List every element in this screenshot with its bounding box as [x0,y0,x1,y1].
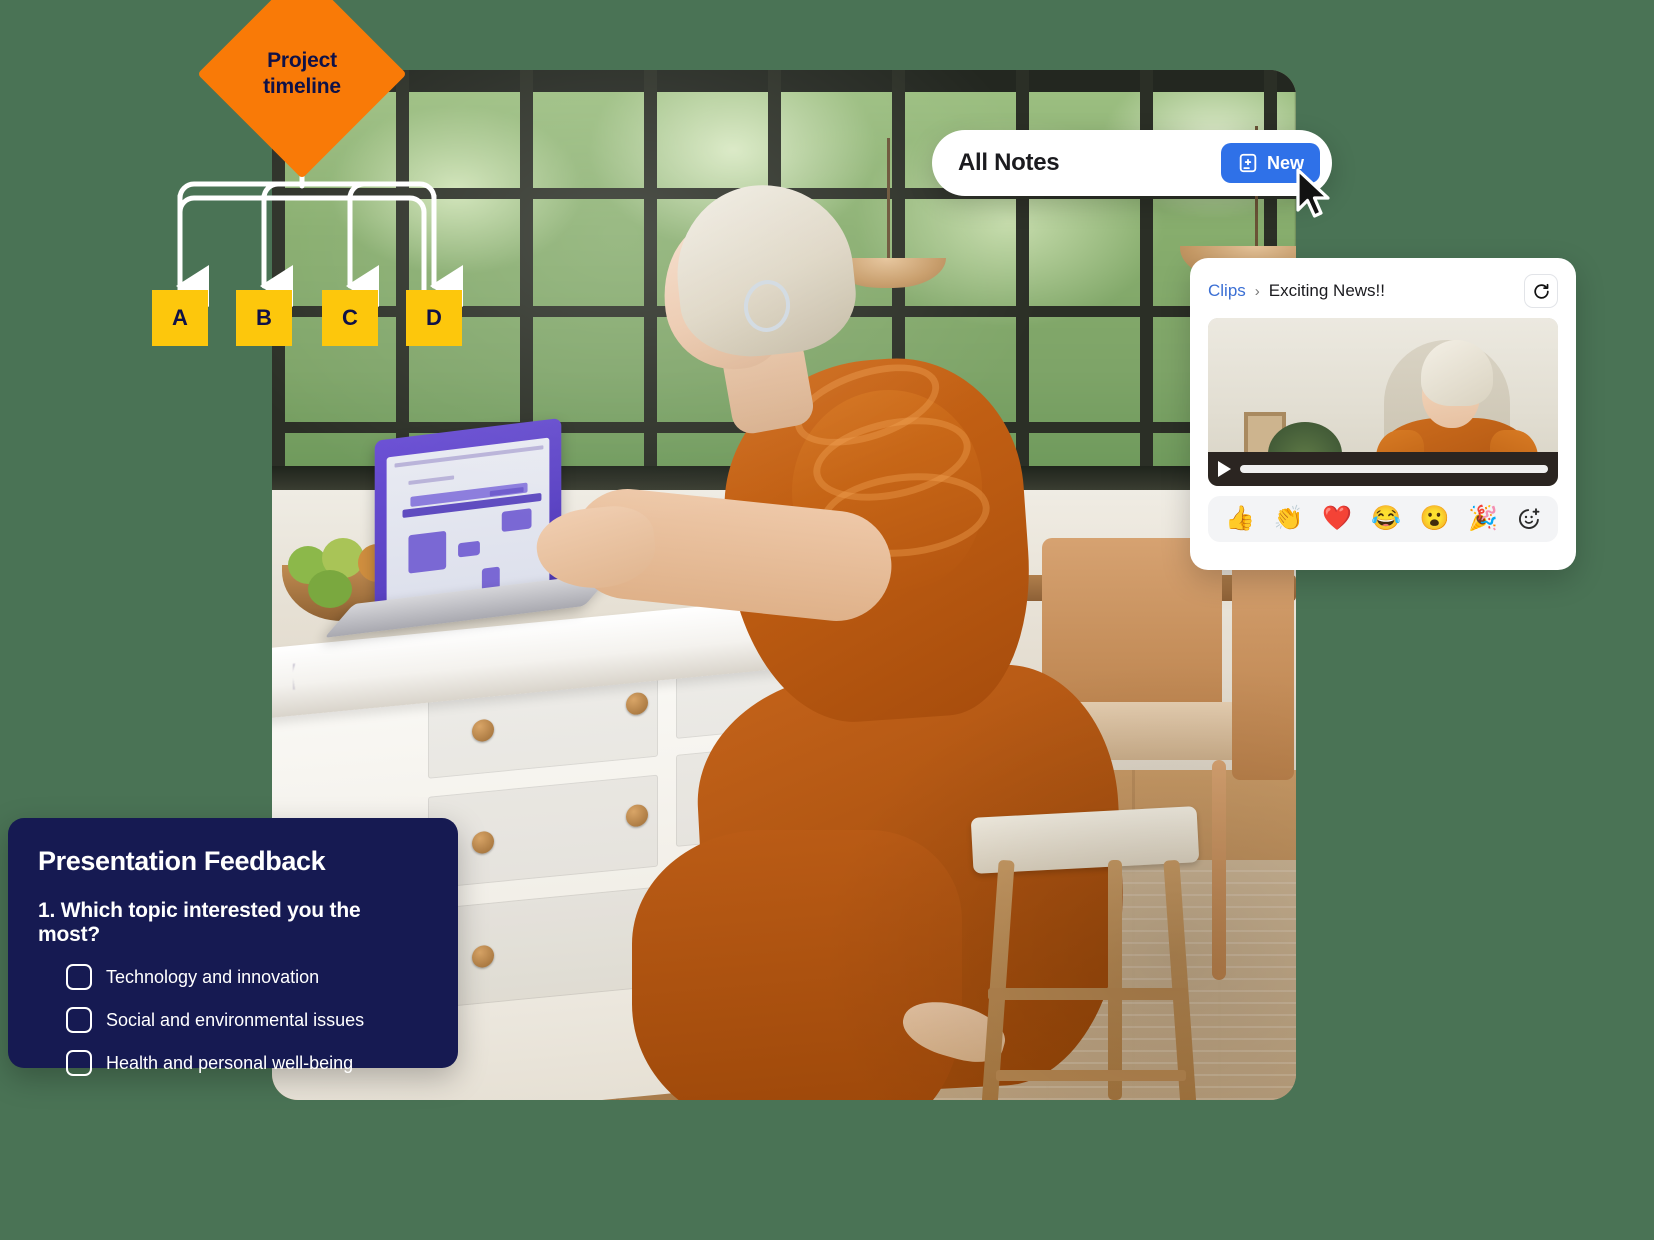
feedback-question: 1. Which topic interested you the most? [38,899,428,947]
stool-rail [988,988,1188,1000]
clip-video-player[interactable] [1208,318,1558,486]
feedback-option-2[interactable]: Social and environmental issues [66,1007,428,1033]
add-reaction-icon[interactable] [1517,507,1541,531]
checkbox-social-and-environmental-issues[interactable] [66,1007,92,1033]
video-progress-track[interactable] [1240,465,1548,473]
all-notes-title: All Notes [958,149,1060,176]
heart-emoji[interactable]: ❤️ [1322,507,1352,531]
chair-leg [1212,760,1226,980]
breadcrumb-separator-icon: › [1254,282,1260,300]
party-popper-emoji[interactable]: 🎉 [1468,507,1498,531]
feedback-question-number: 1. [38,899,56,922]
feedback-option-3[interactable]: Health and personal well-being [66,1050,428,1076]
flowchart-node-a[interactable]: A [152,290,208,346]
dining-chair [1232,540,1294,780]
checkbox-health-and-personal-well-being[interactable] [66,1050,92,1076]
project-timeline-flowchart: Project timeline A B C D [140,0,520,360]
reaction-bar: 👍 👏 ❤️ 😂 😮 🎉 [1208,496,1558,542]
all-notes-bar: All Notes New [932,130,1332,196]
flowchart-root-label: Project timeline [263,49,341,98]
mouse-pointer-icon [1296,168,1330,218]
breadcrumb-current-title: Exciting News!! [1268,281,1385,300]
video-controls [1208,452,1558,486]
refresh-button[interactable] [1524,274,1558,308]
feedback-question-text: Which topic interested you the most? [38,899,361,946]
island-drawer [428,886,658,1009]
stool-leg [1108,860,1122,1100]
feedback-option-2-label: Social and environmental issues [106,1009,365,1030]
clips-panel: Clips › Exciting News!! 👍 👏 ❤️ 😂 😮 🎉 [1190,258,1576,570]
clips-breadcrumb: Clips › Exciting News!! [1208,274,1558,308]
window-mullion [520,70,533,470]
flowchart-node-b-label: B [256,305,272,330]
flowchart-node-c-label: C [342,305,358,330]
feedback-option-1[interactable]: Technology and innovation [66,964,428,990]
flowchart-node-d-label: D [426,305,442,330]
window-mullion [644,70,657,470]
feedback-card-title: Presentation Feedback [38,846,326,876]
woman-trousers-lower [632,830,962,1100]
checkbox-technology-and-innovation[interactable] [66,964,92,990]
joy-emoji[interactable]: 😂 [1371,507,1401,531]
note-plus-icon [1239,153,1257,173]
flowchart-node-d[interactable]: D [406,290,462,346]
video-person-hair [1421,340,1493,406]
thumbs-up-emoji[interactable]: 👍 [1225,507,1255,531]
refresh-icon [1533,283,1549,299]
island-drawer [428,774,658,889]
flowchart-node-b[interactable]: B [236,290,292,346]
feedback-option-1-label: Technology and innovation [106,966,320,987]
stool-rail [996,1070,1186,1081]
play-icon[interactable] [1218,461,1231,477]
flowchart-node-a-label: A [172,305,188,330]
surprised-emoji[interactable]: 😮 [1420,507,1450,531]
page-root: Project timeline A B C D All Notes New C… [0,0,1654,1240]
breadcrumb-clips-link[interactable]: Clips [1208,281,1246,301]
presentation-feedback-card: Presentation Feedback 1. Which topic int… [8,818,458,1076]
clap-emoji[interactable]: 👏 [1274,507,1304,531]
fruit-apple [308,570,352,608]
feedback-option-3-label: Health and personal well-being [106,1052,354,1073]
flowchart-node-c[interactable]: C [322,290,378,346]
